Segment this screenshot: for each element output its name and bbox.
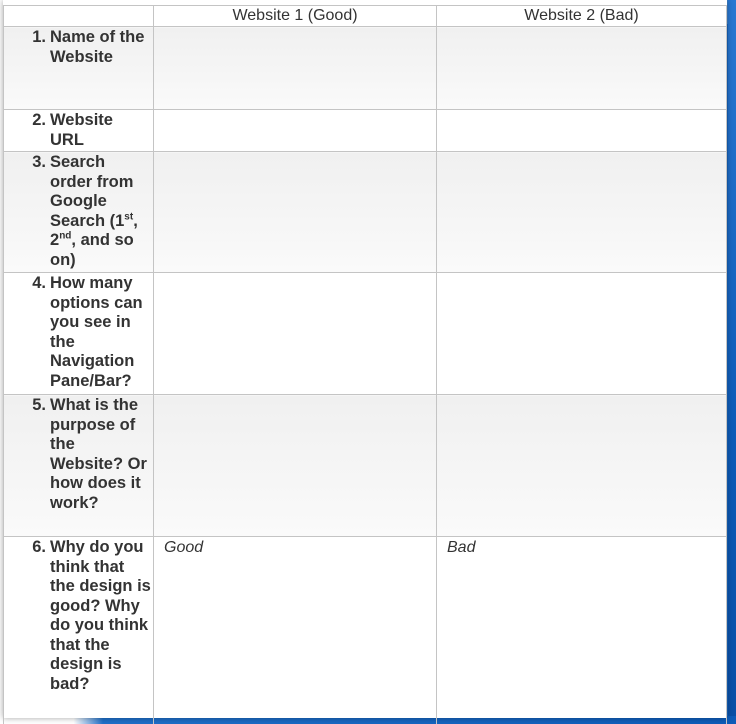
website-comparison-table: Website 1 (Good) Website 2 (Bad) 1. Name… [3, 5, 727, 724]
question-cell: 1. Name of the Website [3, 26, 154, 110]
question-cell: 2. Website URL [3, 109, 154, 152]
answer-cell-good[interactable] [153, 394, 437, 537]
worksheet-page: Website 1 (Good) Website 2 (Bad) 1. Name… [3, 0, 727, 724]
table-row: 2. Website URL [3, 109, 727, 152]
question-text: How many options can you see in the Navi… [50, 274, 143, 390]
answer-cell-bad[interactable] [436, 394, 727, 537]
answer-cell-bad[interactable] [436, 151, 727, 273]
table-row: 3. Search order from Google Search (1st,… [3, 151, 727, 273]
header-row: Website 1 (Good) Website 2 (Bad) [3, 5, 727, 27]
question-text: Search order from Google Search (1st, 2n… [50, 153, 138, 269]
question-number: 5. [32, 396, 46, 414]
question-number: 6. [32, 538, 46, 556]
question-text: Name of the Website [50, 28, 145, 66]
table-row: 4. How many options can you see in the N… [3, 272, 727, 395]
table-row: 5. What is the purpose of the Website? O… [3, 394, 727, 537]
header-empty-cell [3, 5, 154, 27]
question-cell: 3. Search order from Google Search (1st,… [3, 151, 154, 273]
question-cell: 6. Why do you think that the design is g… [3, 536, 154, 724]
question-text: Website URL [50, 111, 113, 149]
answer-cell-bad[interactable] [436, 26, 727, 110]
table-row: 1. Name of the Website [3, 26, 727, 110]
answer-cell-good[interactable] [153, 151, 437, 273]
background-right-strip [728, 0, 736, 724]
answer-cell-good[interactable] [153, 26, 437, 110]
question-text: What is the purpose of the Website? Or h… [50, 396, 147, 512]
question-number: 2. [32, 111, 46, 129]
answer-cell-good[interactable] [153, 272, 437, 395]
answer-cell-good[interactable]: Good [153, 536, 437, 724]
question-number: 1. [32, 28, 46, 46]
question-cell: 5. What is the purpose of the Website? O… [3, 394, 154, 537]
header-website-2: Website 2 (Bad) [436, 5, 727, 27]
answer-cell-bad[interactable] [436, 109, 727, 152]
header-website-1: Website 1 (Good) [153, 5, 437, 27]
question-number: 4. [32, 274, 46, 292]
question-text: Why do you think that the design is good… [50, 538, 151, 693]
question-number: 3. [32, 153, 46, 171]
answer-cell-bad[interactable]: Bad [436, 536, 727, 724]
answer-cell-good[interactable] [153, 109, 437, 152]
question-cell: 4. How many options can you see in the N… [3, 272, 154, 395]
answer-cell-bad[interactable] [436, 272, 727, 395]
table-row: 6. Why do you think that the design is g… [3, 536, 727, 724]
